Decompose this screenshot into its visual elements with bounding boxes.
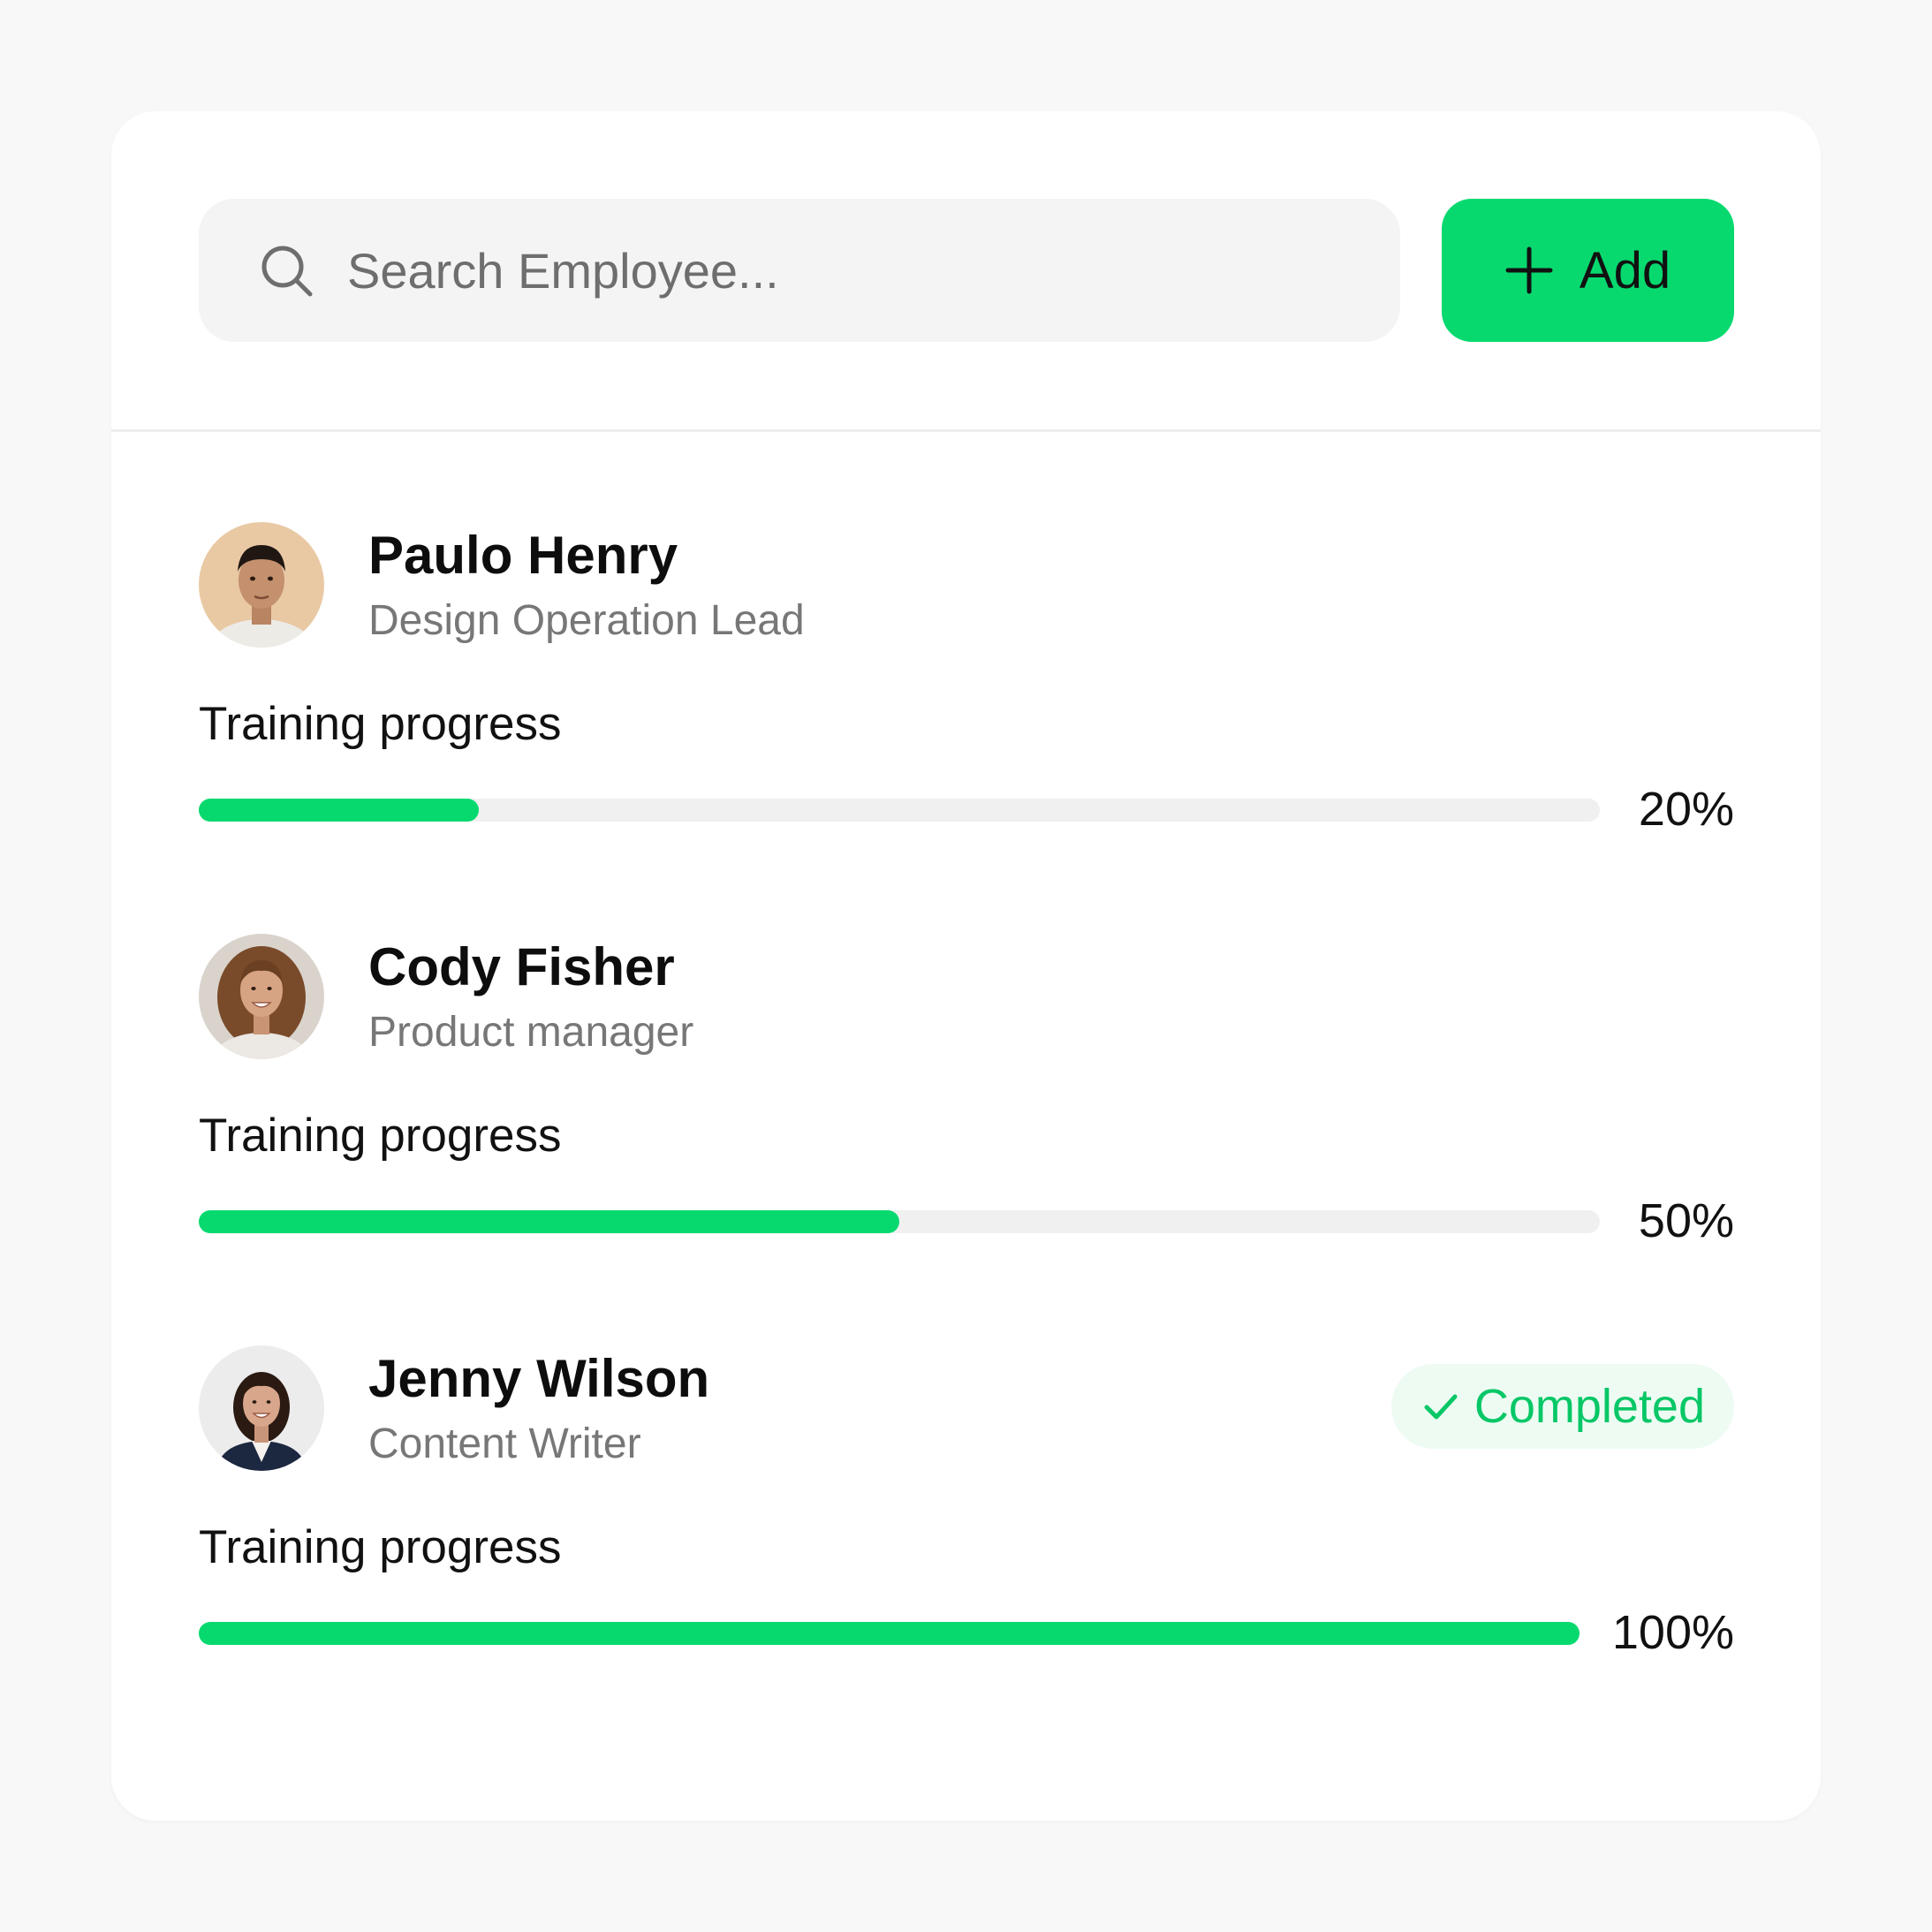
status-badge: Completed xyxy=(1390,1364,1734,1449)
progress-label: Training progress xyxy=(199,1110,562,1162)
status-badge-label: Completed xyxy=(1474,1380,1705,1433)
avatar xyxy=(199,522,324,648)
employee-name: Jenny Wilson xyxy=(368,1349,710,1408)
search-icon xyxy=(261,246,313,297)
search-input[interactable] xyxy=(347,199,1363,342)
avatar-image xyxy=(199,1345,324,1471)
progress-percent: 100% xyxy=(1611,1606,1734,1659)
search-bar[interactable] xyxy=(199,199,1400,342)
employee-row[interactable]: Paulo Henry Design Operation Lead Traini… xyxy=(199,522,1734,875)
progress-track xyxy=(199,1210,1600,1233)
progress-track xyxy=(199,1622,1580,1645)
employee-name: Paulo Henry xyxy=(368,526,678,585)
employee-row[interactable]: Cody Fisher Product manager Training pro… xyxy=(199,934,1734,1287)
avatar-image xyxy=(199,934,324,1059)
avatar xyxy=(199,934,324,1059)
employee-training-card: Add Paulo Henry Design Operation Lead Tr… xyxy=(111,111,1821,1821)
progress-fill xyxy=(199,799,480,822)
employee-role: Product manager xyxy=(368,1009,694,1056)
progress-fill xyxy=(199,1210,899,1233)
avatar-image xyxy=(199,522,324,648)
add-button[interactable]: Add xyxy=(1442,199,1734,342)
toolbar: Add xyxy=(111,111,1821,432)
employee-row[interactable]: Jenny Wilson Content Writer Completed Tr… xyxy=(199,1345,1734,1699)
progress-track xyxy=(199,799,1600,822)
avatar xyxy=(199,1345,324,1471)
progress-label: Training progress xyxy=(199,698,562,750)
employee-role: Content Writer xyxy=(368,1421,641,1467)
progress-label: Training progress xyxy=(199,1521,562,1573)
plus-icon xyxy=(1505,246,1553,294)
add-button-label: Add xyxy=(1579,241,1671,299)
progress-percent: 50% xyxy=(1638,1194,1734,1247)
progress-percent: 20% xyxy=(1638,783,1734,836)
progress-fill xyxy=(199,1622,1580,1645)
employee-name: Cody Fisher xyxy=(368,937,675,996)
check-icon xyxy=(1424,1394,1458,1420)
employee-role: Design Operation Lead xyxy=(368,597,805,644)
